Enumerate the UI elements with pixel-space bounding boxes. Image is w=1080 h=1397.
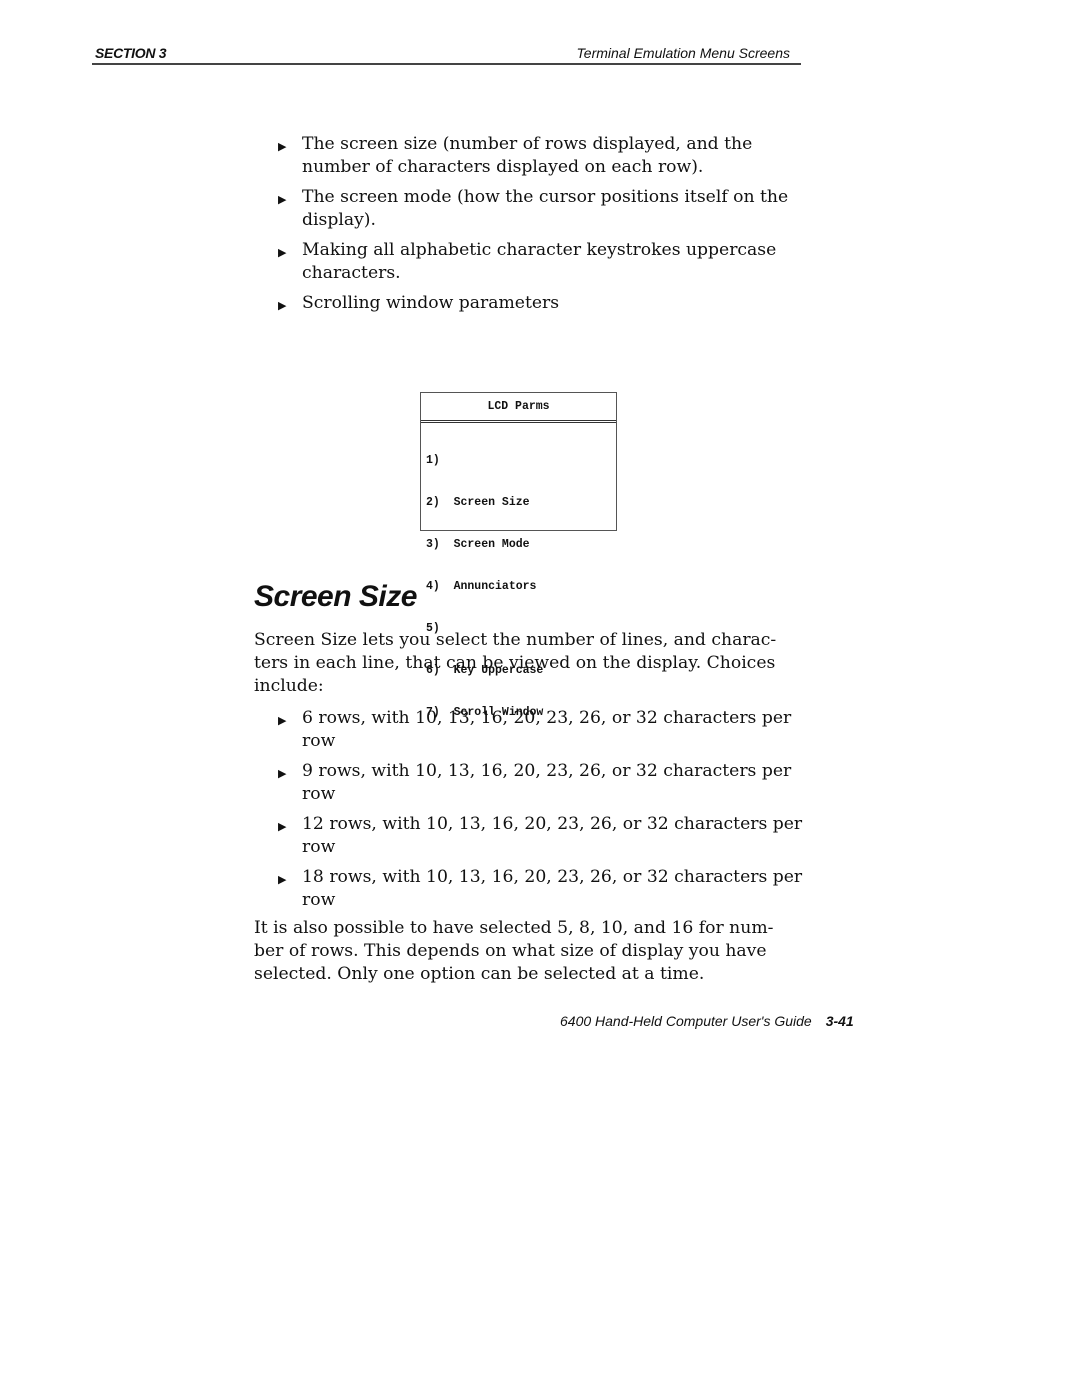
page-footer: 6400 Hand-Held Computer User's Guide 3-41 — [560, 1013, 854, 1029]
guide-title: 6400 Hand-Held Computer User's Guide — [560, 1013, 812, 1029]
lcd-menu-screen: LCD Parms 1) 2) Screen Size 3) Screen Mo… — [420, 392, 617, 719]
choices-list: ▶ 6 rows, with 10, 13, 16, 20, 23, 26, or… — [278, 707, 808, 919]
list-item: ▶ 6 rows, with 10, 13, 16, 20, 23, 26, or… — [278, 708, 792, 751]
bullet-arrow-icon: ▶ — [278, 246, 287, 259]
list-item: ▶ Scrolling window parameters — [278, 292, 808, 315]
list-item: ▶ 18 rows, with 10, 13, 16, 20, 23, 26, o… — [278, 867, 803, 910]
intro-bullet-list: ▶ The screen size (number of rows display… — [278, 133, 808, 322]
lcd-menu-items: 1) 2) Screen Size 3) Screen Mode 4) Annu… — [421, 423, 616, 748]
section-heading: Screen Size — [254, 580, 417, 613]
lcd-menu-item: 3) Screen Mode — [426, 538, 530, 551]
bullet-arrow-icon: ▶ — [278, 767, 287, 780]
bullet-arrow-icon: ▶ — [278, 299, 287, 312]
list-item: ▶ The screen mode (how the cursor positio… — [278, 187, 789, 230]
list-item: ▶ The screen size (number of rows display… — [278, 134, 753, 177]
chapter-title: Terminal Emulation Menu Screens — [576, 45, 790, 61]
list-item: ▶ 9 rows, with 10, 13, 16, 20, 23, 26, or… — [278, 761, 792, 804]
lcd-menu-item: 2) Screen Size — [426, 496, 530, 509]
lcd-menu-item: 1) — [426, 454, 440, 467]
list-item: ▶ 12 rows, with 10, 13, 16, 20, 23, 26, o… — [278, 814, 803, 857]
page-number: 3-41 — [825, 1013, 854, 1029]
list-item: ▶ Making all alphabetic character keystro… — [278, 240, 777, 283]
bullet-arrow-icon: ▶ — [278, 714, 287, 727]
closing-paragraph: It is also possible to have selected 5, … — [254, 918, 774, 984]
bullet-arrow-icon: ▶ — [278, 140, 287, 153]
bullet-arrow-icon: ▶ — [278, 820, 287, 833]
section-label: SECTION 3 — [95, 45, 167, 61]
lcd-menu-item: 4) Annunciators — [426, 580, 537, 593]
header-divider — [92, 63, 801, 65]
bullet-arrow-icon: ▶ — [278, 873, 287, 886]
bullet-arrow-icon: ▶ — [278, 193, 287, 206]
intro-paragraph: Screen Size lets you select the number o… — [254, 630, 777, 696]
lcd-menu-title: LCD Parms — [421, 393, 616, 423]
